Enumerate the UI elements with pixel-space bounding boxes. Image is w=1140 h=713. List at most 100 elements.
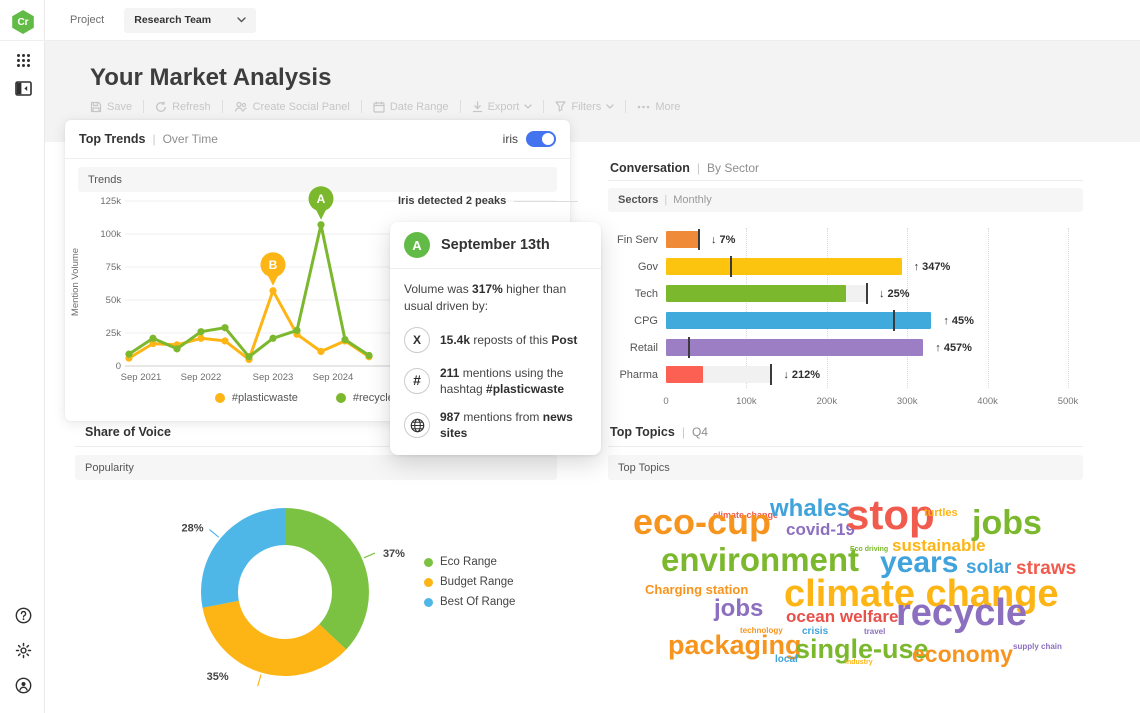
- change-percent: ↑ 457%: [935, 341, 972, 354]
- topic-word[interactable]: supply chain: [1013, 643, 1062, 651]
- svg-text:28%: 28%: [181, 523, 203, 535]
- popularity-label: Popularity: [85, 461, 134, 474]
- top-topics-header: Top Topics Q4: [610, 425, 708, 439]
- peak-date: September 13th: [441, 237, 550, 253]
- toolbar-divider: [360, 100, 362, 113]
- hashtag-icon: #: [404, 367, 430, 394]
- topic-word[interactable]: economy: [912, 643, 1013, 666]
- legend-dot: [335, 393, 346, 403]
- svg-text:125k: 125k: [100, 196, 121, 207]
- y-axis-label: Mention Volume: [70, 248, 81, 316]
- svg-text:35%: 35%: [207, 671, 229, 683]
- x-axis-tick: 400k: [977, 396, 998, 407]
- topic-word[interactable]: industry: [845, 659, 873, 666]
- topic-word[interactable]: turtles: [924, 508, 958, 519]
- x-axis-tick: 100k: [736, 396, 757, 407]
- topic-word[interactable]: jobs: [714, 597, 763, 621]
- legend-dot: [214, 393, 225, 403]
- x-axis-tick: 0: [663, 396, 669, 407]
- topic-word[interactable]: eco-cup: [633, 504, 771, 540]
- donut-legend-eco-range[interactable]: Eco Range: [424, 556, 515, 568]
- topic-word[interactable]: whales: [770, 497, 850, 521]
- date-range-label: Date Range: [389, 100, 449, 113]
- calendar-icon: [373, 101, 385, 113]
- brand-logo[interactable]: Cr: [12, 10, 34, 34]
- peak-pin-b[interactable]: B: [260, 252, 286, 286]
- sector-track: ↓ 25%: [666, 283, 1068, 304]
- more-button[interactable]: More: [637, 101, 680, 113]
- topic-word[interactable]: covid-19: [786, 521, 855, 538]
- chevron-down-icon: [237, 17, 246, 23]
- sector-track: ↑ 347%: [666, 256, 1068, 277]
- chevron-down-icon: [606, 104, 614, 109]
- svg-text:25k: 25k: [106, 328, 122, 339]
- iris-popup-body: Volume was 317% higher than usual driven…: [390, 269, 601, 455]
- project-dropdown[interactable]: Research Team: [124, 7, 257, 33]
- top-trends-subtitle: Over Time: [152, 132, 218, 146]
- legend-dot: [424, 597, 433, 607]
- change-percent: ↓ 7%: [710, 233, 736, 246]
- svg-text:Sep 2022: Sep 2022: [181, 372, 222, 383]
- export-button[interactable]: Export: [472, 101, 533, 113]
- topic-word[interactable]: jobs: [972, 506, 1042, 540]
- topbar: Project Research Team: [45, 0, 1140, 41]
- sector-bar[interactable]: [666, 312, 932, 329]
- iris-popup-header: A September 13th: [390, 222, 601, 269]
- create-social-panel-button[interactable]: Create Social Panel: [234, 101, 350, 113]
- legend-dot: [424, 557, 433, 567]
- download-icon: [472, 100, 482, 112]
- top-topics-divider: [608, 446, 1083, 447]
- sectors-section-bar[interactable]: Sectors Monthly: [608, 188, 1083, 212]
- collapse-panel-icon[interactable]: [13, 78, 33, 98]
- share-of-voice-header: Share of Voice: [85, 425, 171, 439]
- change-percent: ↑ 45%: [943, 314, 974, 327]
- series-plasticwaste: [127, 289, 371, 361]
- top-topics-title: Top Topics: [610, 425, 675, 439]
- toolbar-divider: [625, 100, 627, 113]
- iris-summary: Volume was 317% higher than usual driven…: [404, 282, 567, 313]
- iris-item-news[interactable]: 987 mentions from news sites: [404, 409, 587, 441]
- topic-word[interactable]: ocean welfare: [786, 608, 898, 625]
- sector-row-fin-serv: Fin Serv ↓ 7%: [608, 226, 1086, 253]
- sector-label: Retail: [629, 341, 658, 354]
- save-button[interactable]: Save: [90, 101, 132, 113]
- topic-word[interactable]: environment: [661, 543, 859, 576]
- sector-bar[interactable]: [666, 339, 924, 356]
- sector-bar-chart: Fin Serv ↓ 7% Gov ↑ 347% Tech ↓ 25% CPG ↑ 45% Re…: [608, 226, 1086, 412]
- top-topics-section-bar[interactable]: Top Topics: [608, 455, 1083, 480]
- settings-gear-icon[interactable]: [13, 640, 33, 660]
- topic-word[interactable]: stop: [846, 494, 935, 536]
- donut-legend-budget-range[interactable]: Budget Range: [424, 576, 515, 588]
- change-percent: ↓ 25%: [879, 287, 910, 300]
- peak-pin-a[interactable]: A: [308, 186, 334, 220]
- filters-button[interactable]: Filters: [555, 101, 614, 113]
- topic-word[interactable]: recycle: [896, 594, 1027, 632]
- benchmark-marker: [866, 283, 868, 304]
- iris-item-hashtag[interactable]: # 211 mentions using the hashtag #plasti…: [404, 365, 587, 397]
- iris-toggle[interactable]: [526, 131, 556, 147]
- svg-text:Sep 2024: Sep 2024: [313, 372, 354, 383]
- popularity-section-bar[interactable]: Popularity: [75, 455, 557, 480]
- apps-grid-icon[interactable]: [13, 50, 33, 70]
- refresh-button[interactable]: Refresh: [155, 101, 211, 113]
- iris-item-reposts[interactable]: X 15.4k reposts of this Post: [404, 326, 587, 353]
- iris-toggle-label: iris: [502, 132, 518, 146]
- people-icon: [234, 101, 247, 112]
- sector-bar[interactable]: [666, 258, 902, 275]
- donut-legend-best-of-range[interactable]: Best Of Range: [424, 596, 515, 608]
- sector-label: Fin Serv: [617, 233, 658, 246]
- help-icon[interactable]: [13, 605, 33, 625]
- share-of-voice-title: Share of Voice: [85, 425, 171, 439]
- legend-plasticwaste[interactable]: #plasticwaste: [214, 392, 298, 404]
- sector-bar[interactable]: [666, 285, 847, 302]
- svg-text:100k: 100k: [100, 229, 121, 240]
- date-range-button[interactable]: Date Range: [373, 101, 449, 113]
- sector-bar[interactable]: [666, 366, 703, 383]
- sector-row-gov: Gov ↑ 347%: [608, 253, 1086, 280]
- sector-label: CPG: [634, 314, 658, 327]
- sector-bar[interactable]: [666, 231, 699, 248]
- top-trends-title: Top Trends: [79, 132, 146, 146]
- topic-word[interactable]: local: [775, 655, 798, 665]
- account-icon[interactable]: [13, 675, 33, 695]
- sector-row-retail: Retail ↑ 457%: [608, 334, 1086, 361]
